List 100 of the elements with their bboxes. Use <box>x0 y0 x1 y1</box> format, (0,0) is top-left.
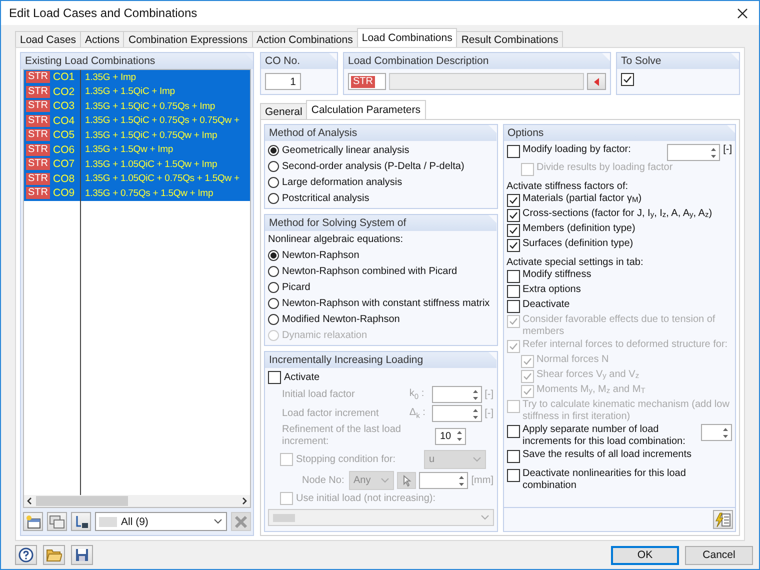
unit-label: [-] <box>723 144 732 155</box>
spinner-icon <box>470 406 480 420</box>
tab[interactable]: Load Combinations <box>356 28 458 47</box>
number-field[interactable] <box>667 144 720 161</box>
option-label: Activate <box>284 372 320 383</box>
dialog-button[interactable]: Cancel <box>685 546 753 564</box>
symbol-label: k$_{0}$ : <box>409 388 426 401</box>
list-row[interactable]: STR CO7 1.35G + 1.05QiC + 1.5Qw + Imp <box>24 157 250 172</box>
radio-button[interactable] <box>268 266 279 277</box>
combination-formula: 1.35G + 1.05QiC + 0.75Qs + 1.5Qw + <box>84 173 240 184</box>
checkbox[interactable] <box>506 285 520 298</box>
radio-button[interactable] <box>268 298 279 309</box>
combination-name: CO2 <box>53 86 75 98</box>
list-row[interactable]: STR CO4 1.35G + 1.5QiC + 0.75Qs + 0.75Qw + <box>24 114 250 128</box>
description-field[interactable] <box>389 73 584 90</box>
spinner-icon <box>721 426 730 440</box>
radio-button[interactable] <box>268 145 279 156</box>
list-row[interactable]: STR CO5 1.35G + 1.5QiC + 0.75Qw + Imp <box>24 128 250 142</box>
radio-button[interactable] <box>268 314 279 325</box>
pointer-icon <box>402 474 412 486</box>
horizontal-scrollbar[interactable] <box>24 495 250 507</box>
checkbox[interactable] <box>506 450 520 463</box>
section-label: Activate special settings in tab: <box>506 257 644 268</box>
combination-name: CO8 <box>53 172 75 185</box>
tab[interactable]: General <box>260 103 308 119</box>
unit-label: [mm] <box>471 475 494 486</box>
radio-button[interactable] <box>268 193 279 204</box>
number-field[interactable] <box>432 405 482 422</box>
spinner-icon <box>457 474 466 488</box>
radio-button[interactable] <box>268 282 279 293</box>
number-field[interactable]: 1 <box>265 73 301 90</box>
checkbox[interactable] <box>506 224 520 237</box>
checkbox[interactable] <box>506 469 520 482</box>
number-field[interactable] <box>701 424 732 441</box>
new-combination-button[interactable] <box>23 512 43 531</box>
number-field[interactable]: 10 <box>435 428 466 444</box>
close-icon <box>736 8 748 18</box>
field-label: Node No: <box>302 475 346 486</box>
pick-button[interactable] <box>587 73 606 90</box>
option-label: Dynamic relaxation <box>282 330 368 341</box>
scroll-right-icon[interactable] <box>240 497 248 505</box>
checkbox[interactable] <box>506 425 520 438</box>
radio-button[interactable] <box>268 161 279 172</box>
filter-select[interactable]: All (9) <box>95 512 227 531</box>
list-row[interactable]: STR CO8 1.35G + 1.05QiC + 0.75Qs + 1.5Qw + <box>24 172 250 186</box>
tag-label: STR <box>26 86 50 98</box>
checkbox[interactable] <box>506 270 520 283</box>
pick-node-button[interactable] <box>397 472 416 489</box>
lightning-table-icon <box>715 512 731 528</box>
list-row[interactable]: STR CO6 1.35G + 1.5Qw + Imp <box>24 142 250 157</box>
radio-button[interactable] <box>268 250 279 261</box>
list-row[interactable]: STR CO9 1.35G + 0.75Qs + 1.5Qw + Imp <box>24 186 250 200</box>
checkbox[interactable] <box>506 209 520 222</box>
checkbox[interactable] <box>268 371 281 384</box>
list-row[interactable]: STR CO1 1.35G + Imp <box>24 70 250 84</box>
field-label: Load factor increment <box>282 408 380 419</box>
caret-icon <box>214 519 222 524</box>
number-field[interactable] <box>432 386 482 403</box>
checkbox[interactable] <box>506 194 520 207</box>
list-row[interactable]: STR CO2 1.35G + 1.5QiC + Imp <box>24 84 250 99</box>
checkbox[interactable] <box>506 145 520 158</box>
radio-button[interactable] <box>268 177 279 188</box>
tab[interactable]: Calculation Parameters <box>306 100 426 119</box>
tag-label: STR <box>26 187 50 200</box>
settings-button[interactable] <box>713 510 733 529</box>
group-title: Load Combination Description <box>348 55 489 67</box>
unit-label: [-] <box>484 408 494 419</box>
checkbox[interactable] <box>280 453 293 466</box>
save-button[interactable] <box>71 545 93 565</box>
option-label: Modified Newton-Raphson <box>282 314 400 325</box>
checkbox[interactable] <box>280 492 293 505</box>
copy-button[interactable] <box>47 512 67 531</box>
caret-icon <box>480 515 488 520</box>
renumber-button[interactable] <box>71 512 91 531</box>
type-field[interactable]: STR <box>348 73 386 90</box>
number-field[interactable] <box>418 472 468 489</box>
list-row[interactable]: STR CO3 1.35G + 1.5QiC + 0.75Qs + Imp <box>24 99 250 114</box>
option-label: Surfaces (definition type) <box>522 238 634 250</box>
caret-icon <box>473 457 481 462</box>
option-label: Newton-Raphson <box>282 250 360 261</box>
checkbox[interactable] <box>621 73 634 86</box>
help-button[interactable] <box>15 545 37 565</box>
tab[interactable]: Combination Expressions <box>123 31 253 47</box>
option-label: Picard <box>282 282 310 293</box>
scroll-left-icon[interactable] <box>26 497 34 505</box>
dialog-button[interactable]: OK <box>611 546 679 564</box>
tag-label: STR <box>26 114 50 127</box>
group-title: Options <box>508 127 544 139</box>
option-label: Try to calculate kinematic mechanism (add low stiffness in first iteration) <box>522 399 730 423</box>
checkbox[interactable] <box>506 300 520 313</box>
window-title: Edit Load Cases and Combinations <box>9 6 198 20</box>
option-label: Consider favorable effects due to tension of members <box>522 314 716 338</box>
checkbox[interactable] <box>506 239 520 252</box>
option-label: Cross-sections (factor for J, I$_{y}$, I$_{z}$, A, A$_{y}$, A$_{z}$) <box>522 208 714 221</box>
option-label: Postcritical analysis <box>282 193 370 204</box>
spinner-icon <box>455 429 464 443</box>
tab[interactable]: Load Cases <box>15 31 82 47</box>
open-button[interactable] <box>43 545 65 565</box>
tab[interactable]: Result Combinations <box>456 31 564 47</box>
option-label: Members (definition type) <box>522 223 636 235</box>
